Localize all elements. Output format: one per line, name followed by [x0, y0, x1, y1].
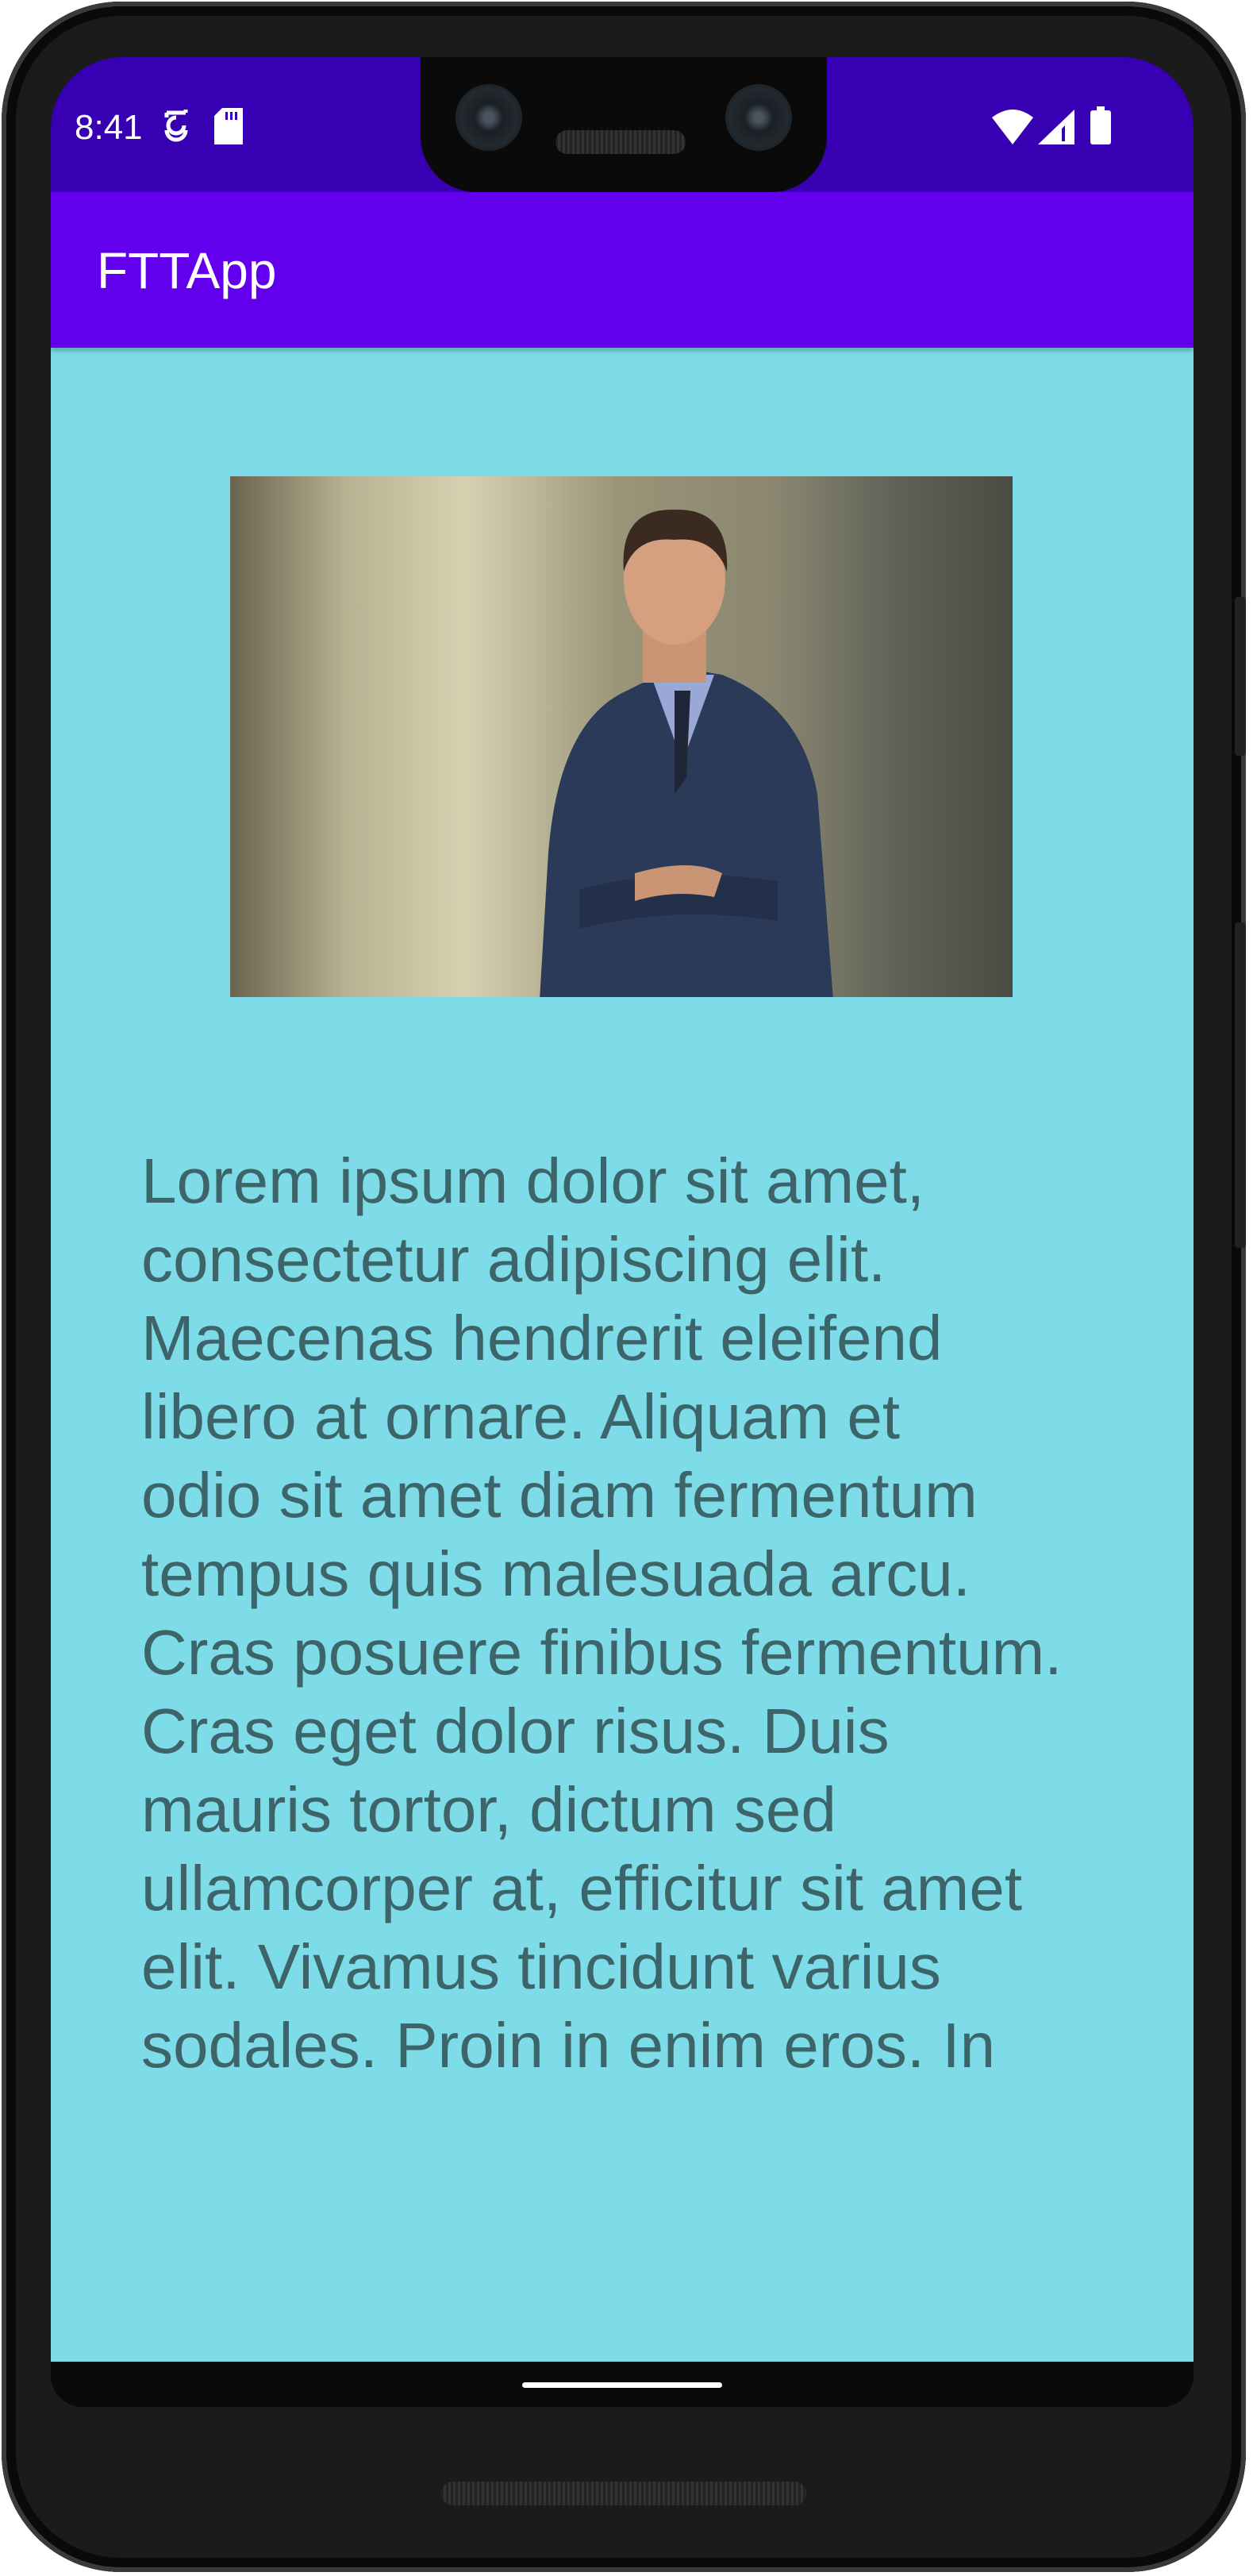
paragraph-line: consectetur adipiscing elit.: [141, 1224, 886, 1295]
content-area: Lorem ipsum dolor sit amet, consectetur …: [51, 348, 1194, 2362]
earpiece: [555, 130, 686, 154]
paragraph-line: Cras posuere finibus fermentum.: [141, 1617, 1063, 1688]
status-time: 8:41: [75, 108, 143, 147]
app-title: FTTApp: [97, 242, 277, 299]
lorem-paragraph: Lorem ipsum dolor sit amet, consectetur …: [141, 1142, 1141, 2099]
signal-icon: [1038, 110, 1074, 148]
paragraph-line: elit. Vivamus tincidunt varius: [141, 1931, 941, 2002]
status-bar: 8:41: [51, 57, 1194, 192]
paragraph-line: Cras eget dolor risus. Duis: [141, 1696, 890, 1766]
businessman-photo: [230, 476, 1013, 997]
paragraph-line: sodales. Proin in enim eros. In: [141, 2010, 996, 2081]
paragraph-line: mauris tortor, dictum sed: [141, 1774, 836, 1845]
paragraph-line: Maecenas hendrerit eleifend: [141, 1303, 943, 1373]
screen: 8:41 FTTApp Lorem ipsum dolor sit amet, …: [51, 57, 1194, 2407]
paragraph-line: tempus quis malesuada arcu.: [141, 1538, 971, 1609]
front-camera-2: [725, 84, 792, 151]
paragraph-line: ullamcorper at, efficitur sit amet: [141, 1853, 1023, 1923]
camera-notch: [421, 57, 827, 192]
wifi-icon: [992, 108, 1033, 148]
app-bar: FTTApp: [51, 192, 1194, 348]
volume-button: [1235, 922, 1246, 1248]
battery-icon: [1090, 106, 1111, 148]
navigation-bar: [51, 2362, 1194, 2407]
person-figure: [540, 509, 833, 997]
paragraph-line: odio sit amet diam fermentum: [141, 1460, 978, 1531]
bottom-speaker: [441, 2482, 806, 2505]
front-camera: [456, 84, 522, 151]
sync-icon: [162, 106, 190, 148]
power-button: [1235, 597, 1246, 756]
home-gesture-handle[interactable]: [522, 2382, 722, 2388]
paragraph-line: libero at ornare. Aliquam et: [141, 1381, 901, 1452]
paragraph-line: Lorem ipsum dolor sit amet,: [141, 1146, 925, 1216]
sd-card-icon: [214, 108, 243, 148]
